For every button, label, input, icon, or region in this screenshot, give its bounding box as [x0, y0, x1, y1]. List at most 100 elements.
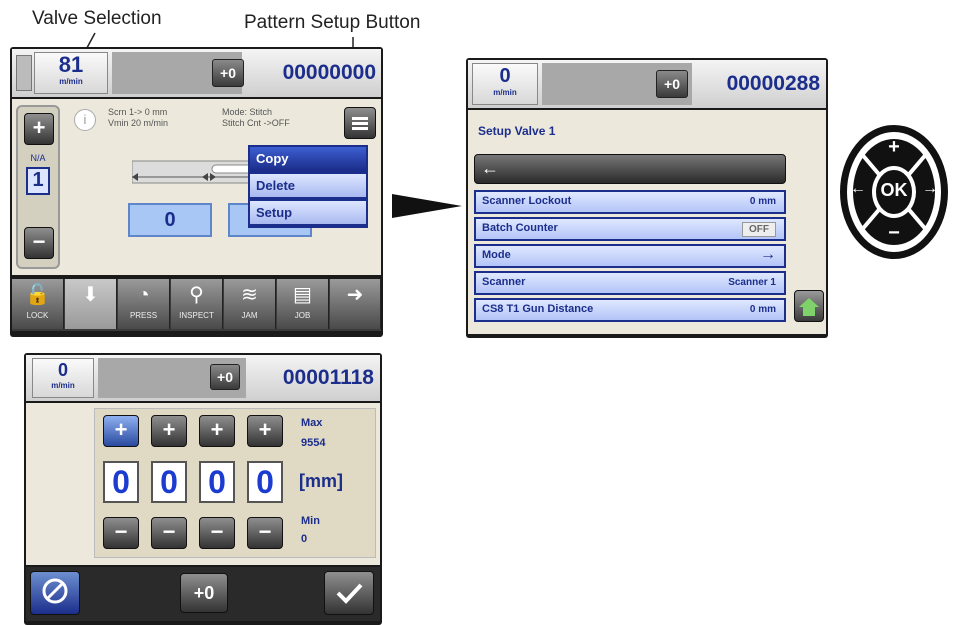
dpad: OK + − ← →	[838, 122, 950, 262]
nav-jam-label: JAM	[241, 311, 258, 320]
digit4-plus-button[interactable]: +	[247, 415, 283, 447]
dpad-ok-button[interactable]: OK	[876, 180, 912, 204]
setting-label: Batch Counter	[482, 222, 558, 234]
back-button[interactable]: ←	[474, 154, 786, 184]
speed-unit-2: m/min	[493, 88, 517, 97]
screen1-status-icon	[16, 55, 32, 91]
nav-lock[interactable]: 🔓 LOCK	[12, 279, 64, 329]
setting-mode[interactable]: Mode →	[474, 244, 786, 268]
screen1-navbar: 🔓 LOCK ⬇ ◔ PRESS ⚲ INSPECT ≋ JAM ▤ JOB ➜	[12, 279, 381, 331]
valve-selector: + N/A 1 −	[16, 105, 60, 269]
setting-value: 0 mm	[749, 304, 776, 315]
digit-1[interactable]: 0	[103, 461, 139, 503]
speed-display-2: 0 m/min	[472, 63, 538, 105]
setting-value: Scanner 1	[728, 277, 776, 288]
checkmark-icon	[336, 583, 363, 604]
nav-inspect[interactable]: ⚲ INSPECT	[171, 279, 223, 329]
info-icon: i	[74, 109, 96, 131]
digit1-minus-button[interactable]: −	[103, 517, 139, 549]
valve-plus-button[interactable]: +	[24, 113, 54, 145]
speed-value-2: 0	[499, 65, 511, 87]
screen3-header: 0 m/min +0 00001118	[26, 355, 380, 401]
value-field-left[interactable]: 0	[128, 203, 212, 237]
reset-counter-button-3[interactable]: +0	[210, 364, 240, 390]
counter-display-3: 00001118	[282, 366, 374, 389]
digit2-plus-button[interactable]: +	[151, 415, 187, 447]
nav-lock-label: LOCK	[26, 311, 49, 320]
max-value: 9554	[301, 437, 326, 449]
menu-item-setup[interactable]: Setup	[248, 199, 368, 226]
toggle-off[interactable]: OFF	[742, 222, 776, 237]
digit4-minus-button[interactable]: −	[247, 517, 283, 549]
digit-4[interactable]: 0	[247, 461, 283, 503]
reset-value-button[interactable]: +0	[180, 573, 228, 613]
min-label: Min	[301, 515, 320, 527]
counter-display: 00000000	[282, 61, 376, 84]
digit3-minus-button[interactable]: −	[199, 517, 235, 549]
dpad-left-button[interactable]: ←	[848, 180, 868, 198]
nav-job[interactable]: ▤ JOB	[277, 279, 329, 329]
mode-line-2: Stitch Cnt ->OFF	[222, 118, 290, 128]
setting-scanner-lockout[interactable]: Scanner Lockout 0 mm	[474, 190, 786, 214]
reset-counter-button[interactable]: +0	[212, 59, 244, 87]
valve-selection-annotation: Valve Selection	[32, 8, 162, 29]
unit-label: [mm]	[299, 471, 343, 491]
home-icon	[799, 298, 819, 316]
arrow-right-icon: →	[760, 246, 776, 263]
valve-minus-button[interactable]: −	[24, 227, 54, 259]
gauge-icon: ◔	[137, 284, 150, 306]
digit3-plus-button[interactable]: +	[199, 415, 235, 447]
digit-panel: + + + + 0 0 0 0 − − − − Max 9554 [mm] Mi…	[94, 408, 376, 558]
setting-label: Mode	[482, 249, 511, 261]
nav-job-label: JOB	[294, 311, 311, 320]
valve-label: N/A	[30, 153, 46, 163]
valve-icon: ⬇	[82, 284, 99, 306]
menu-item-delete[interactable]: Delete	[248, 172, 368, 199]
pattern-menu: Copy Delete Setup	[248, 145, 368, 228]
job-icon: ▤	[293, 284, 312, 306]
speed-value-3: 0	[57, 360, 68, 380]
setting-scanner[interactable]: Scanner Scanner 1	[474, 271, 786, 295]
screen-setup-valve: 0 m/min +0 00000288 Setup Valve 1 ← Scan…	[466, 58, 828, 338]
speed-unit-3: m/min	[51, 381, 75, 390]
confirm-button[interactable]	[324, 571, 374, 615]
setting-batch-counter[interactable]: Batch Counter OFF	[474, 217, 786, 241]
nav-jam[interactable]: ≋ JAM	[224, 279, 276, 329]
menu-icon	[352, 117, 368, 130]
speed-unit: m/min	[59, 77, 83, 86]
screen2-body: Setup Valve 1 ← Scanner Lockout 0 mm Batc…	[468, 110, 826, 334]
setting-value: 0 mm	[749, 196, 776, 207]
menu-item-copy[interactable]: Copy	[248, 145, 368, 172]
min-value: 0	[301, 533, 308, 545]
digit-3[interactable]: 0	[199, 461, 235, 503]
home-button[interactable]	[794, 290, 824, 322]
mode-line-1: Mode: Stitch	[222, 107, 273, 117]
digit-2[interactable]: 0	[151, 461, 187, 503]
arrow-right-icon: ➜	[346, 284, 364, 306]
speed-display-3: 0 m/min	[32, 358, 94, 398]
info-line-1: Scrn 1-> 0 mm	[108, 107, 168, 117]
dpad-down-button[interactable]: −	[884, 222, 904, 245]
nav-next[interactable]: ➜	[330, 279, 381, 329]
counter-display-2: 00000288	[726, 72, 820, 95]
setting-label: Scanner Lockout	[482, 195, 572, 207]
reset-counter-button-2[interactable]: +0	[656, 70, 688, 98]
screen-numeric-entry: 0 m/min +0 00001118 + + + + 0 0 0 0 − − …	[24, 353, 382, 625]
digit2-minus-button[interactable]: −	[151, 517, 187, 549]
nav-press-label: PRESS	[129, 311, 158, 320]
pattern-setup-button[interactable]	[344, 107, 376, 139]
pattern-setup-annotation: Pattern Setup Button	[244, 12, 421, 33]
screen3-body: + + + + 0 0 0 0 − − − − Max 9554 [mm] Mi…	[26, 403, 380, 565]
setting-gun-distance[interactable]: CS8 T1 Gun Distance 0 mm	[474, 298, 786, 322]
dpad-up-button[interactable]: +	[884, 136, 904, 159]
magnifier-icon: ⚲	[189, 284, 204, 306]
digit1-plus-button[interactable]: +	[103, 415, 139, 447]
screen1-header: 81 m/min +0 00000000	[12, 49, 381, 97]
screen-main: 81 m/min +0 00000000 + N/A 1 − i Scrn 1-…	[10, 47, 383, 337]
nav-inspect-label: INSPECT	[179, 311, 214, 320]
setting-label: CS8 T1 Gun Distance	[482, 303, 594, 315]
dpad-right-button[interactable]: →	[920, 180, 940, 198]
nav-valve[interactable]: ⬇	[65, 279, 117, 329]
cancel-button[interactable]	[30, 571, 80, 615]
nav-press[interactable]: ◔ PRESS	[118, 279, 170, 329]
